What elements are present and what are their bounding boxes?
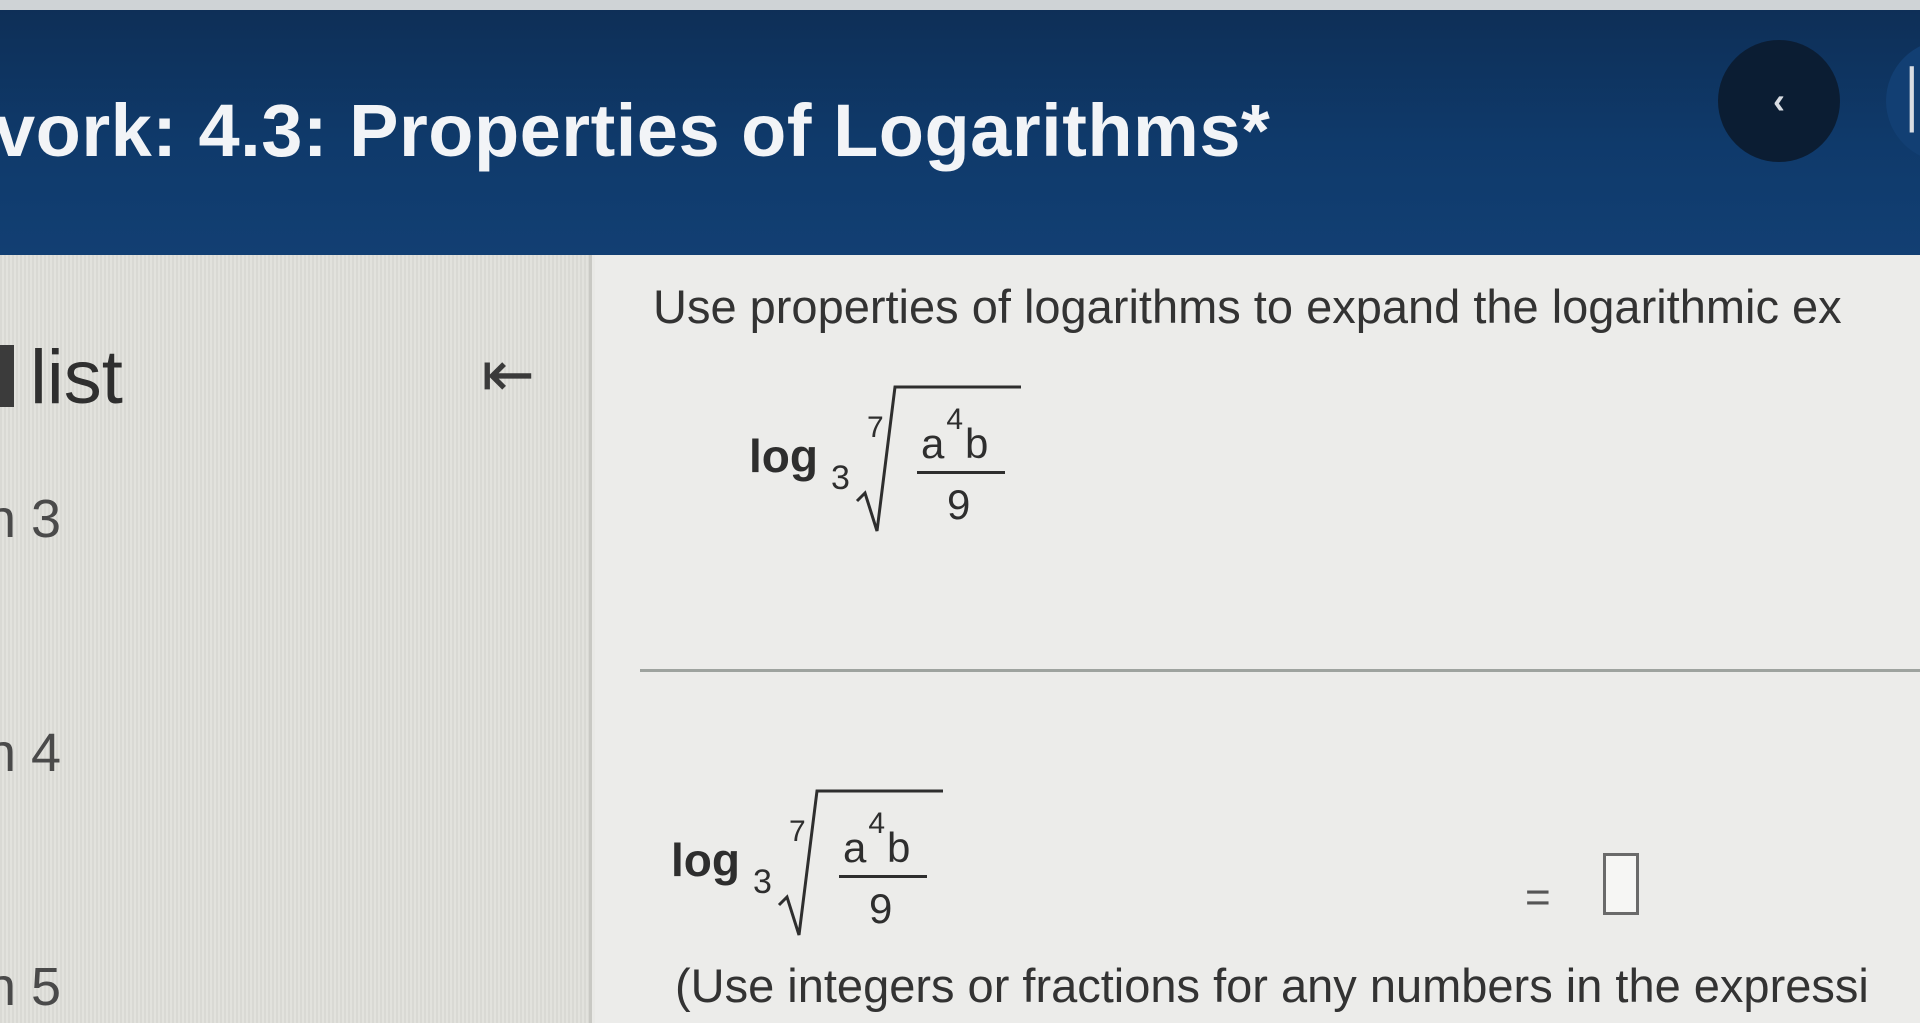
numerator-base: a xyxy=(843,824,867,871)
fraction-denominator: 9 xyxy=(947,481,971,528)
fraction-numerator: a4b xyxy=(843,807,911,872)
numerator-base: a xyxy=(921,420,945,467)
question-list-item-4[interactable]: n 4 xyxy=(0,722,61,784)
collapse-left-icon: ⇤ xyxy=(481,337,535,410)
equals-sign: = xyxy=(1525,873,1551,922)
section-divider xyxy=(640,669,1920,672)
numerator-rest: b xyxy=(965,420,989,467)
header-action-button[interactable]: ׀ xyxy=(1886,40,1920,162)
collapse-sidebar-button[interactable]: ⇤ xyxy=(466,338,550,410)
log-expression-answer: log 3 7 a4b 9 xyxy=(671,785,971,936)
fraction-denominator: 9 xyxy=(869,885,893,932)
numerator-exponent: 4 xyxy=(868,807,886,840)
log-expression-statement: log 3 7 a4b 9 xyxy=(749,381,1049,532)
radical-index: 7 xyxy=(789,815,806,848)
question-panel: Use properties of logarithms to expand t… xyxy=(595,255,1920,1023)
fraction-bar xyxy=(839,875,927,878)
sidebar-title: list xyxy=(30,335,123,420)
fraction-numerator: a4b xyxy=(921,403,989,468)
numerator-rest: b xyxy=(887,824,911,871)
question-prompt: Use properties of logarithms to expand t… xyxy=(653,280,1842,333)
question-list-item-3[interactable]: n 3 xyxy=(0,488,61,550)
radical-index: 7 xyxy=(867,411,884,444)
numerator-exponent: 4 xyxy=(946,403,964,436)
header-bar: vork: 4.3: Properties of Logarithms* ‹ ׀ xyxy=(0,10,1920,255)
answer-instructions: (Use integers or fractions for any numbe… xyxy=(675,959,1869,1012)
log-base: 3 xyxy=(753,863,772,901)
question-list-item-5[interactable]: n 5 xyxy=(0,956,61,1018)
log-label: log xyxy=(749,430,818,482)
fraction-bar xyxy=(917,471,1005,474)
log-label: log xyxy=(671,834,740,886)
chevron-left-icon: ‹ xyxy=(1773,80,1785,121)
answer-input[interactable] xyxy=(1603,853,1639,915)
partial-icon: ׀ xyxy=(1896,69,1920,134)
sidebar-accent-bar xyxy=(0,345,14,407)
assignment-title: vork: 4.3: Properties of Logarithms* xyxy=(0,89,1271,172)
previous-question-button[interactable]: ‹ xyxy=(1718,40,1840,162)
log-base: 3 xyxy=(831,459,850,497)
page: vork: 4.3: Properties of Logarithms* ‹ ׀… xyxy=(0,0,1920,1023)
